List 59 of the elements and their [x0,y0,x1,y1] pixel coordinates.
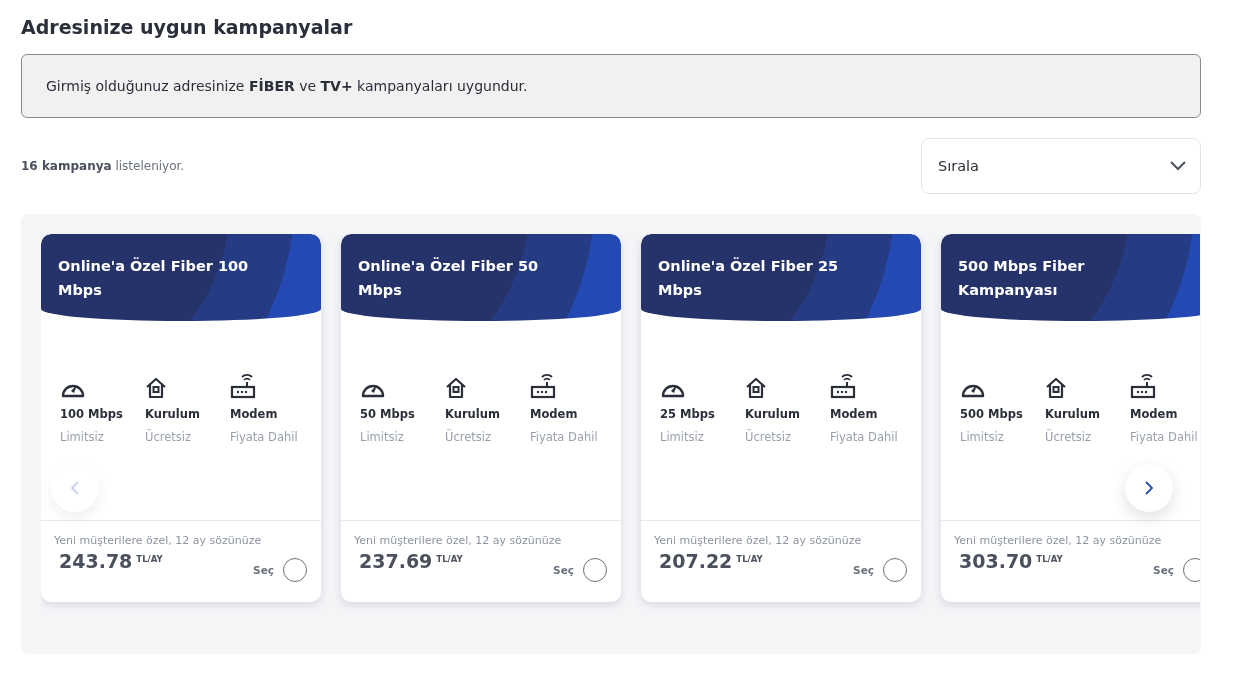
feature-title: 50 Mbps [360,407,415,421]
feature-subtitle: Fiyata Dahil [530,430,598,444]
house-icon [145,377,167,399]
feature-subtitle: Ücretsiz [145,430,192,444]
chevron-right-icon [1142,479,1156,497]
house-icon [745,377,767,399]
feature-title: 500 Mbps [960,407,1023,421]
select-label: Seç [553,564,574,576]
feature-title: Kurulum [745,407,800,421]
feature-subtitle: Limitsiz [960,430,1004,444]
price: 237.69 [359,550,433,572]
feature-subtitle: Fiyata Dahil [830,430,898,444]
router-icon [530,373,556,399]
feature-subtitle: Limitsiz [660,430,704,444]
offer-note: Yeni müşterilere özel, 12 ay sözünüze [54,534,262,547]
price-unit: TL/AY [1036,554,1063,564]
offer-note: Yeni müşterilere özel, 12 ay sözünüze [954,534,1162,547]
page-heading: Adresinize uygun kampanyalar [21,16,353,38]
campaign-count: 16 kampanya listeleniyor. [21,159,185,173]
campaign-title: 500 Mbps Fiber Kampanyası [958,258,1085,298]
feature-title: Modem [530,407,578,421]
price: 243.78 [59,550,133,572]
feature-subtitle: Fiyata Dahil [1130,430,1198,444]
price-unit: TL/AY [136,554,163,564]
select-label: Seç [1153,564,1174,576]
price-unit: TL/AY [736,554,763,564]
feature-subtitle: Ücretsiz [745,430,792,444]
feature-title: Kurulum [445,407,500,421]
offer-note: Yeni müşterilere özel, 12 ay sözünüze [654,534,862,547]
router-icon [1130,373,1156,399]
feature-title: Modem [1130,407,1178,421]
offer-note: Yeni müşterilere özel, 12 ay sözünüze [354,534,562,547]
campaign-title: Online'a Özel Fiber 50 Mbps [358,258,539,298]
price: 303.70 [959,550,1033,572]
price-unit: TL/AY [436,554,463,564]
chevron-down-icon [1170,161,1186,171]
price: 207.22 [659,550,733,572]
feature-title: Kurulum [145,407,200,421]
feature-subtitle: Limitsiz [60,430,104,444]
feature-title: Modem [230,407,278,421]
house-icon [445,377,467,399]
campaign-title: Online'a Özel Fiber 25 Mbps [658,258,839,298]
feature-subtitle: Ücretsiz [445,430,492,444]
select-label: Seç [853,564,874,576]
feature-title: 25 Mbps [660,407,715,421]
feature-title: Kurulum [1045,407,1100,421]
banner-text: Girmiş olduğunuz adresinize FİBER ve TV+ kampanyaları uygundur. [46,78,528,94]
chevron-left-icon [68,479,82,497]
router-icon [830,373,856,399]
house-icon [1045,377,1067,399]
feature-subtitle: Limitsiz [360,430,404,444]
select-label: Seç [253,564,274,576]
feature-title: Modem [830,407,878,421]
sort-dropdown[interactable]: Sırala [921,138,1201,194]
router-icon [230,373,256,399]
campaign-title: Online'a Özel Fiber 100 Mbps [58,258,249,298]
feature-subtitle: Ücretsiz [1045,430,1092,444]
feature-subtitle: Fiyata Dahil [230,430,298,444]
feature-title: 100 Mbps [60,407,123,421]
